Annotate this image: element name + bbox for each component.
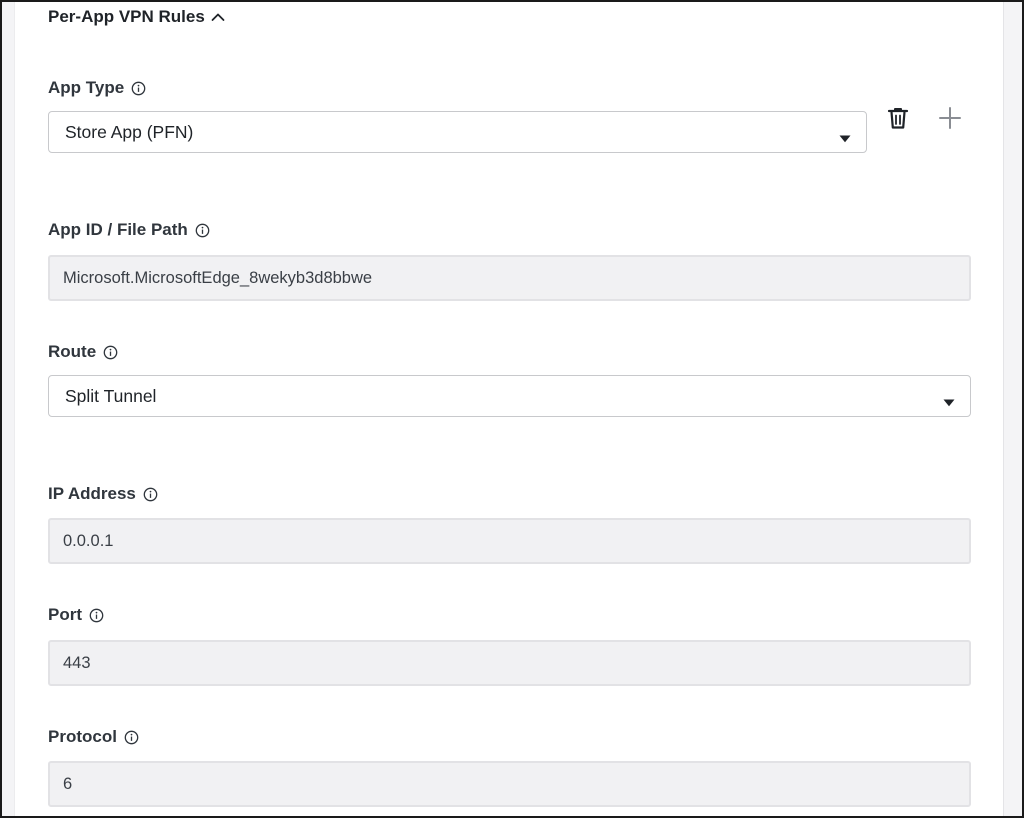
app-type-label: App Type xyxy=(48,78,146,98)
ip-address-label-text: IP Address xyxy=(48,484,136,503)
info-icon[interactable] xyxy=(124,730,139,745)
app-type-select[interactable]: Store App (PFN) xyxy=(48,111,867,153)
screenshot-frame: Per-App VPN Rules App Type Store App (PF… xyxy=(0,0,1024,818)
caret-down-icon xyxy=(839,127,851,143)
route-label-text: Route xyxy=(48,342,97,361)
app-id-label: App ID / File Path xyxy=(48,220,210,240)
section-header-per-app-vpn-rules[interactable]: Per-App VPN Rules xyxy=(48,7,226,27)
plus-icon xyxy=(938,106,962,135)
info-icon[interactable] xyxy=(143,487,158,502)
route-select[interactable]: Split Tunnel xyxy=(48,375,971,417)
protocol-label-text: Protocol xyxy=(48,727,117,746)
settings-panel: Per-App VPN Rules App Type Store App (PF… xyxy=(14,2,1004,816)
ip-address-label: IP Address xyxy=(48,484,158,504)
protocol-field: 6 xyxy=(48,761,971,807)
add-rule-button[interactable] xyxy=(935,105,965,135)
info-icon[interactable] xyxy=(89,608,104,623)
app-type-selected-value: Store App (PFN) xyxy=(65,121,194,142)
port-label: Port xyxy=(48,605,104,625)
port-field: 443 xyxy=(48,640,971,686)
info-icon[interactable] xyxy=(195,223,210,238)
app-id-field: Microsoft.MicrosoftEdge_8wekyb3d8bbwe xyxy=(48,255,971,301)
route-label: Route xyxy=(48,342,118,362)
port-label-text: Port xyxy=(48,605,82,624)
protocol-label: Protocol xyxy=(48,727,139,747)
route-selected-value: Split Tunnel xyxy=(65,385,157,406)
info-icon[interactable] xyxy=(103,345,118,360)
app-type-label-text: App Type xyxy=(48,78,125,97)
section-title: Per-App VPN Rules xyxy=(48,7,205,26)
app-id-label-text: App ID / File Path xyxy=(48,220,188,239)
caret-down-icon xyxy=(943,391,955,407)
delete-rule-button[interactable] xyxy=(883,105,913,135)
info-icon[interactable] xyxy=(131,81,146,96)
chevron-up-icon[interactable] xyxy=(210,9,226,25)
trash-icon xyxy=(887,106,909,135)
ip-address-field: 0.0.0.1 xyxy=(48,518,971,564)
